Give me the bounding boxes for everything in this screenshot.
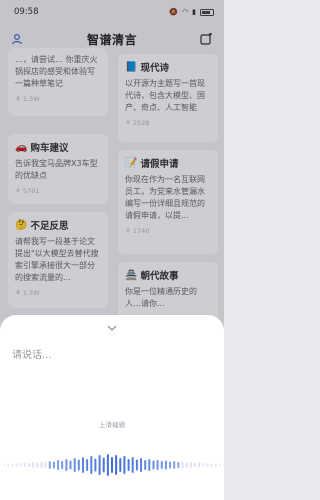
waveform-bar <box>131 457 134 473</box>
waveform-bar <box>69 460 72 470</box>
waveform-bar <box>135 459 138 471</box>
waveform-bar <box>144 460 147 470</box>
waveform-bar <box>11 463 14 467</box>
waveform-bar <box>28 463 30 467</box>
waveform-bar <box>23 462 26 468</box>
voice-waveform <box>3 454 221 476</box>
waveform-bar <box>94 458 97 472</box>
waveform-bar <box>148 459 151 471</box>
waveform-bar <box>36 462 39 468</box>
voice-input-sheet: 请说话... 上滑编辑 <box>0 315 224 500</box>
waveform-bar <box>173 461 176 469</box>
waveform-bar <box>73 458 76 472</box>
waveform-bar <box>32 462 35 468</box>
waveform-bar <box>15 463 18 467</box>
waveform-bar <box>52 461 55 469</box>
waveform-bar <box>198 462 201 468</box>
waveform-bar <box>19 463 22 467</box>
waveform-bar <box>152 460 155 470</box>
waveform-bar <box>177 462 180 468</box>
waveform-bar <box>181 461 184 469</box>
waveform-bar <box>90 456 93 474</box>
waveform-bar <box>140 458 142 472</box>
waveform-bar <box>189 462 192 468</box>
waveform-bar <box>119 458 122 472</box>
waveform-bar <box>82 457 84 473</box>
voice-transcript: 请说话... <box>12 350 52 361</box>
waveform-bar <box>98 455 101 475</box>
waveform-bar <box>106 454 109 476</box>
waveform-bar <box>164 460 167 470</box>
waveform-bar <box>194 463 196 467</box>
waveform-bar <box>169 461 172 469</box>
waveform-bar <box>206 463 209 467</box>
waveform-bar <box>160 461 163 469</box>
waveform-bar <box>3 464 6 466</box>
waveform-bar <box>65 459 68 471</box>
waveform-bar <box>44 462 47 468</box>
waveform-bar <box>77 459 80 471</box>
waveform-bar <box>127 459 130 471</box>
swipe-up-hint: 上滑编辑 <box>99 421 125 429</box>
waveform-bar <box>185 462 188 468</box>
waveform-bar <box>7 463 10 467</box>
waveform-bar <box>218 464 221 466</box>
waveform-bar <box>61 461 64 469</box>
waveform-bar <box>57 460 60 470</box>
waveform-bar <box>115 455 118 475</box>
waveform-bar <box>123 456 126 474</box>
waveform-bar <box>86 459 89 471</box>
waveform-bar <box>111 457 113 473</box>
waveform-bar <box>102 457 105 473</box>
waveform-bar <box>40 461 43 469</box>
waveform-bar <box>48 461 51 469</box>
chevron-down-icon[interactable] <box>100 321 124 335</box>
waveform-bar <box>156 460 159 470</box>
waveform-bar <box>210 463 213 467</box>
waveform-bar <box>202 463 205 467</box>
waveform-bar <box>214 463 217 467</box>
